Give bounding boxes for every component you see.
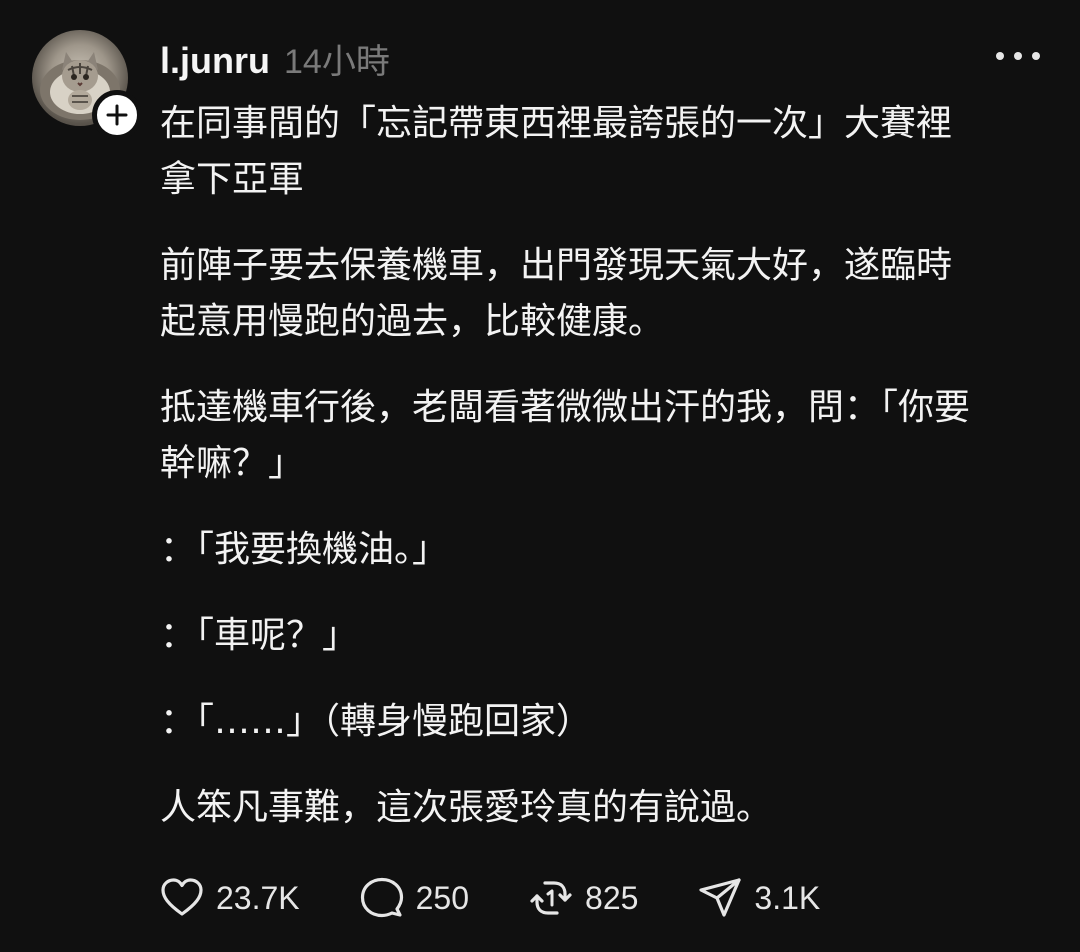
thread-post: l.junru 14小時 在同事間的「忘記帶東西裡最誇張的一次」大賽裡 拿下亞軍… [0, 0, 1080, 952]
more-dots-icon [996, 52, 1040, 60]
post-paragraph: ：「車呢？」 [160, 615, 359, 656]
repost-button[interactable]: 825 [527, 874, 638, 922]
post-timestamp: 14小時 [284, 43, 390, 81]
more-options-button[interactable] [990, 36, 1046, 76]
send-icon [699, 878, 742, 917]
comment-button[interactable]: 250 [358, 874, 469, 922]
post-header: l.junru 14小時 [160, 34, 390, 84]
comment-bubble-icon [360, 877, 403, 918]
action-bar: 23.7K 250 825 3.1K [158, 872, 878, 924]
post-body: 在同事間的「忘記帶東西裡最誇張的一次」大賽裡 拿下亞軍 前陣子要去保養機車，出門… [160, 96, 1060, 866]
plus-icon [106, 104, 128, 126]
post-paragraph: 抵達機車行後，老闆看著微微出汗的我，問：「你要 幹嘛？」 [160, 387, 971, 484]
share-count: 3.1K [754, 879, 821, 916]
post-paragraph: 前陣子要去保養機車，出門發現天氣大好，遂臨時 起意用慢跑的過去，比較健康。 [160, 245, 953, 342]
post-paragraph: 人笨凡事難，這次張愛玲真的有說過。 [160, 787, 773, 828]
repost-count: 825 [585, 879, 639, 916]
comment-count: 250 [415, 879, 470, 916]
like-count: 23.7K [216, 879, 300, 916]
like-button[interactable]: 23.7K [158, 874, 300, 922]
share-button[interactable]: 3.1K [696, 874, 820, 922]
repost-icon [530, 881, 572, 915]
follow-button[interactable] [92, 90, 142, 140]
username-link[interactable]: l.junru [160, 40, 270, 82]
post-paragraph: ：「……」（轉身慢跑回家） [160, 701, 593, 742]
heart-icon [161, 878, 203, 916]
avatar-container [32, 30, 142, 140]
post-paragraph: ：「我要換機油。」 [160, 529, 449, 570]
post-paragraph: 在同事間的「忘記帶東西裡最誇張的一次」大賽裡 拿下亞軍 [160, 103, 953, 200]
